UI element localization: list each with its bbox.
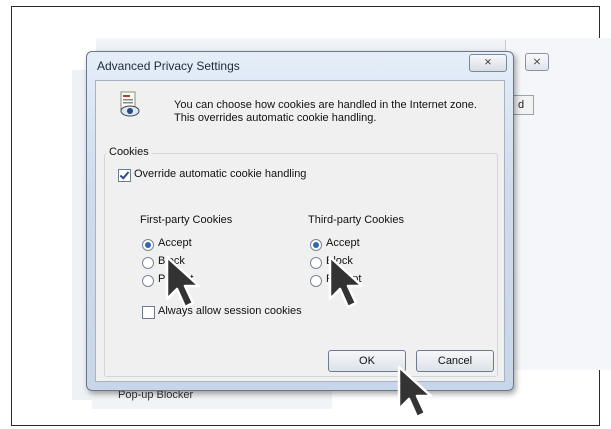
- cursor-arrow-icon: [328, 255, 364, 309]
- first-party-prompt-radio[interactable]: [142, 275, 154, 287]
- third-party-prompt-radio[interactable]: [310, 275, 322, 287]
- cookies-group-label: Cookies: [106, 146, 152, 158]
- info-text: You can choose how cookies are handled i…: [174, 99, 477, 124]
- background-close-button[interactable]: ⨯: [525, 53, 549, 71]
- dialog-client-area: You can choose how cookies are handled i…: [95, 80, 505, 382]
- third-party-accept-label: Accept: [326, 237, 360, 249]
- third-party-block-radio[interactable]: [310, 257, 322, 269]
- background-window-panel: [505, 40, 611, 370]
- third-party-heading: Third-party Cookies: [308, 214, 404, 226]
- privacy-icon: [120, 91, 140, 117]
- first-party-accept-radio[interactable]: [142, 239, 154, 251]
- dialog-title: Advanced Privacy Settings: [97, 59, 240, 73]
- cursor-arrow-icon: [397, 365, 433, 419]
- first-party-block-radio[interactable]: [142, 257, 154, 269]
- first-party-accept-label: Accept: [158, 237, 192, 249]
- third-party-accept-radio[interactable]: [310, 239, 322, 251]
- override-checkbox[interactable]: [118, 169, 131, 182]
- override-label: Override automatic cookie handling: [134, 168, 307, 180]
- first-party-heading: First-party Cookies: [140, 214, 233, 226]
- close-button[interactable]: ⨯: [469, 54, 507, 72]
- session-cookies-checkbox[interactable]: [142, 306, 155, 319]
- cursor-arrow-icon: [165, 255, 201, 309]
- advanced-privacy-settings-dialog: Advanced Privacy Settings ⨯ You can choo…: [86, 51, 514, 391]
